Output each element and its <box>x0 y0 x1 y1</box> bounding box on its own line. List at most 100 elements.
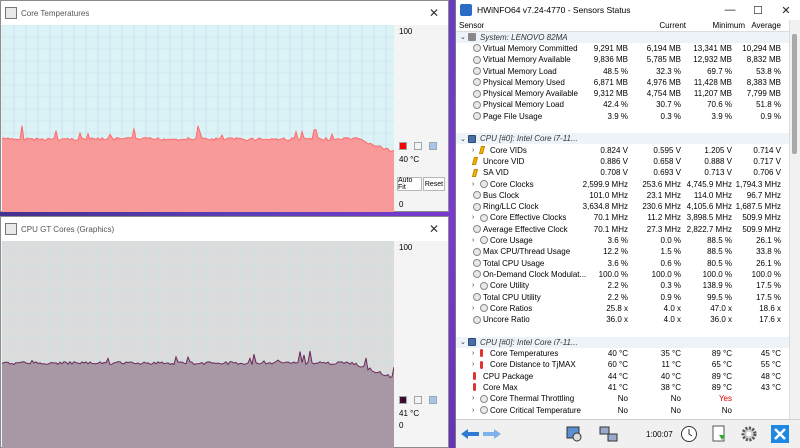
sensor-row[interactable]: CPU Package 44 °C 40 °C 89 °C 48 °C <box>456 371 791 382</box>
sensor-row[interactable]: Bus Clock 101.0 MHz 23.1 MHz 114.0 MHz 96.7 … <box>456 190 791 201</box>
sensor-row[interactable]: › Core Effective Clocks 70.1 MHz 11.2 MHz 3,… <box>456 212 791 223</box>
sensor-name: Core Critical Temperature <box>490 405 581 415</box>
series-color-swatch[interactable] <box>414 142 422 150</box>
current-value: 40 °C <box>607 349 628 359</box>
sensor-row[interactable]: › Core Thermal Throttling No No Yes <box>456 393 791 404</box>
core-temperatures-window[interactable]: Core Temperatures ✕ 100 40 °C Auto Fit R… <box>0 0 449 212</box>
sensor-row[interactable]: Physical Memory Available 9,312 MB 4,754 M… <box>456 88 791 99</box>
sensor-row[interactable]: Total CPU Usage 3.6 % 0.6 % 80.5 % 26.1 % <box>456 258 791 269</box>
sensor-row[interactable]: On-Demand Clock Modulat... 100.0 % 100.0 %… <box>456 269 791 280</box>
sensor-row[interactable]: › Core Temperatures 40 °C 35 °C 89 °C 45 °C <box>456 348 791 359</box>
expand-chevron-icon[interactable]: › <box>472 181 480 188</box>
minimum-value: 0.693 V <box>653 168 681 178</box>
sensor-group-row[interactable]: ⌄ CPU [#0]: Intel Core i7-11... <box>456 336 791 348</box>
sensor-name: On-Demand Clock Modulat... <box>483 269 587 279</box>
expand-chevron-icon[interactable]: › <box>472 395 480 402</box>
maximum-value: 2,822.7 MHz <box>686 224 732 234</box>
window-titlebar[interactable]: HWiNFO64 v7.24-4770 - Sensors Status — ☐… <box>456 0 800 20</box>
scrollbar-thumb[interactable] <box>792 34 797 154</box>
sensor-row[interactable]: Uncore VID 0.886 V 0.658 V 0.888 V 0.717 V <box>456 156 791 167</box>
sensor-name: CPU [#0]: Intel Core i7-11... <box>480 134 578 144</box>
sensor-name: Core Ratios <box>490 303 533 313</box>
window-titlebar[interactable]: Core Temperatures ✕ <box>1 1 448 25</box>
series-color-swatch[interactable] <box>429 142 437 150</box>
sensor-row[interactable]: Page File Usage 3.9 % 0.3 % 3.9 % 0.9 % <box>456 111 791 122</box>
series-color-swatch[interactable] <box>399 396 407 404</box>
voltage-icon <box>471 168 479 177</box>
expand-chevron-icon[interactable]: › <box>472 237 480 244</box>
sensor-row[interactable]: › Core Usage 3.6 % 0.0 % 88.5 % 26.1 % <box>456 235 791 246</box>
report-icon[interactable] <box>708 423 730 445</box>
sensor-name: Page File Usage <box>483 111 543 121</box>
maximum-value: 11,207 MB <box>693 89 732 99</box>
series-color-swatch[interactable] <box>429 396 437 404</box>
sensor-row[interactable]: Virtual Memory Committed 9,291 MB 6,194 MB… <box>456 43 791 54</box>
series-color-swatch[interactable] <box>399 142 407 150</box>
column-header-sensor[interactable]: Sensor <box>459 21 484 30</box>
sensor-group-row[interactable]: ⌄ System: LENOVO 82MA <box>456 31 791 43</box>
average-value: 1,687.5 MHz <box>735 202 781 212</box>
window-titlebar[interactable]: CPU GT Cores (Graphics) ✕ <box>1 217 448 241</box>
sensor-table[interactable]: SensorCurrentMinimumMaximumAverage⌄Syste… <box>456 20 791 420</box>
auto-fit-button[interactable]: Auto Fit <box>397 177 422 191</box>
sensor-gauge-icon <box>473 112 481 121</box>
sensor-row[interactable]: Uncore Ratio 36.0 x 4.0 x 36.0 x 17.6 x <box>456 314 791 325</box>
sensor-row[interactable]: › Core Critical Temperature No No No <box>456 404 791 415</box>
sensor-settings-icon[interactable] <box>563 423 585 445</box>
minimum-value: 253.6 MHz <box>642 179 681 189</box>
sensor-row[interactable]: Virtual Memory Load 48.5 % 32.3 % 69.7 % 53.… <box>456 65 791 76</box>
sensor-row[interactable]: Virtual Memory Available 9,836 MB 5,785 MB… <box>456 54 791 65</box>
average-value: 51.8 % <box>756 100 781 110</box>
settings-gear-icon[interactable] <box>738 423 760 445</box>
close-button[interactable]: ✕ <box>420 6 448 20</box>
collapse-icon[interactable]: ⌄ <box>460 33 468 41</box>
maximum-value: 89 °C <box>711 349 732 359</box>
close-button[interactable]: ✕ <box>772 4 800 17</box>
bottom-toolbar: 1:00:07 <box>456 419 800 448</box>
minimize-button[interactable]: — <box>716 4 744 16</box>
close-sensors-icon[interactable] <box>769 423 791 445</box>
sensor-group-row[interactable]: ⌄ CPU [#0]: Intel Core i7-11... <box>456 133 791 145</box>
current-value: 0.708 V <box>600 168 628 178</box>
expand-chevron-icon[interactable]: › <box>472 282 480 289</box>
clock-reset-icon[interactable] <box>678 423 700 445</box>
navigate-arrows-icon[interactable] <box>459 423 503 445</box>
column-header-current[interactable]: Current <box>611 21 686 30</box>
network-icon[interactable] <box>598 423 620 445</box>
sensor-row[interactable]: › Core VIDs 0.824 V 0.595 V 1.205 V 0.714 V <box>456 145 791 156</box>
sensor-row[interactable]: SA VID 0.708 V 0.693 V 0.713 V 0.706 V <box>456 167 791 178</box>
maximize-button[interactable]: ☐ <box>744 4 772 17</box>
vertical-scrollbar[interactable] <box>789 20 800 420</box>
expand-chevron-icon[interactable]: › <box>472 305 480 312</box>
cpu-icon <box>468 338 476 347</box>
current-value: 9,291 MB <box>593 43 628 53</box>
collapse-icon[interactable]: ⌄ <box>460 135 468 143</box>
series-color-swatch[interactable] <box>414 396 422 404</box>
sensor-row[interactable]: › Core Clocks 2,599.9 MHz 253.6 MHz 4,745.9 … <box>456 178 791 189</box>
sensor-name: Virtual Memory Committed <box>483 43 578 53</box>
column-header-average[interactable]: Average <box>726 21 781 30</box>
expand-chevron-icon[interactable]: › <box>472 214 480 221</box>
collapse-icon[interactable]: ⌄ <box>460 338 468 346</box>
sensor-row[interactable]: › Core Utility 2.2 % 0.3 % 138.9 % 17.5 % <box>456 280 791 291</box>
sensor-row[interactable]: › Core Distance to TjMAX 60 °C 11 °C 65 °C 55… <box>456 359 791 370</box>
expand-chevron-icon[interactable]: › <box>472 350 480 357</box>
expand-chevron-icon[interactable]: › <box>472 361 480 368</box>
average-value: 26.1 % <box>756 258 781 268</box>
cpu-gt-cores-window[interactable]: CPU GT Cores (Graphics) ✕ 100 41 °C 0 <box>0 216 449 448</box>
sensor-row[interactable]: Average Effective Clock 70.1 MHz 27.3 MHz 2… <box>456 224 791 235</box>
sensor-row[interactable]: Max CPU/Thread Usage 12.2 % 1.5 % 88.5 % 33.… <box>456 246 791 257</box>
expand-chevron-icon[interactable]: › <box>472 407 480 414</box>
sensor-row[interactable]: Total CPU Utility 2.2 % 0.9 % 99.5 % 17.5 % <box>456 291 791 302</box>
sensor-gauge-icon <box>473 247 481 256</box>
sensor-row[interactable]: Core Max 41 °C 38 °C 89 °C 43 °C <box>456 382 791 393</box>
sensor-row[interactable]: › Core Ratios 25.8 x 4.0 x 47.0 x 18.6 x <box>456 303 791 314</box>
close-button[interactable]: ✕ <box>420 222 448 236</box>
sensor-row[interactable]: Physical Memory Used 6,871 MB 4,976 MB 11,4… <box>456 77 791 88</box>
sensor-row[interactable]: Physical Memory Load 42.4 % 30.7 % 70.6 % 51… <box>456 99 791 110</box>
minimum-value: No <box>670 405 681 415</box>
sensor-row[interactable]: Ring/LLC Clock 3,634.8 MHz 230.6 MHz 4,105.… <box>456 201 791 212</box>
sensors-status-window[interactable]: HWiNFO64 v7.24-4770 - Sensors Status — ☐… <box>455 0 800 448</box>
reset-button[interactable]: Reset <box>423 177 445 191</box>
sensor-name: Uncore VID <box>483 156 525 166</box>
